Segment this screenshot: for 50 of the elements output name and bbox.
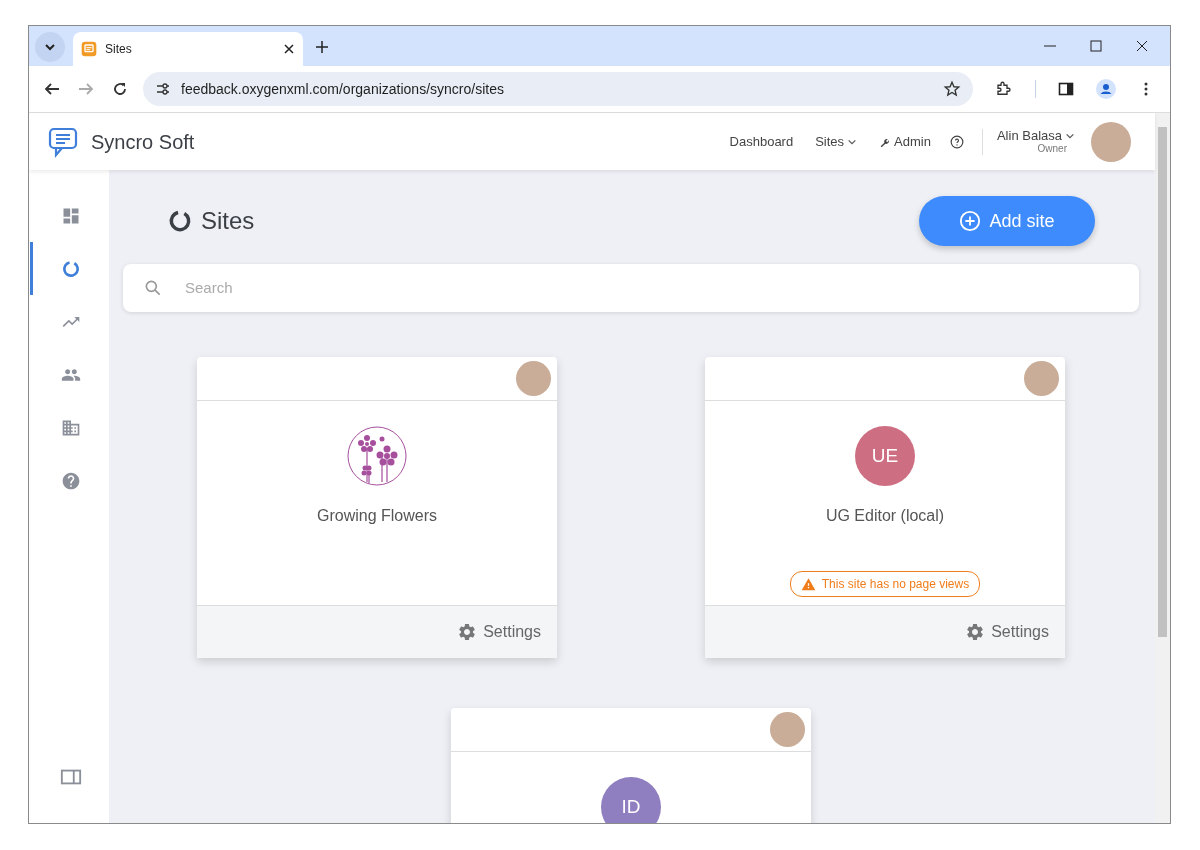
profile-icon[interactable]: [1096, 79, 1116, 99]
warning-text: This site has no page views: [821, 576, 970, 593]
avatar-placeholder: [1024, 361, 1059, 396]
caret-icon: [1065, 131, 1075, 141]
side-panel-icon[interactable]: [1058, 81, 1074, 97]
puzzle-icon[interactable]: [995, 80, 1013, 98]
browser-tab[interactable]: Sites: [73, 32, 303, 66]
warning-icon: [800, 576, 816, 592]
flower-icon: [347, 426, 407, 486]
search-bar[interactable]: Search: [123, 264, 1139, 312]
nav-link[interactable]: Sites: [804, 131, 869, 152]
url-text: feedback.oxygenxml.com/organizations/syncro/sites: [181, 79, 505, 99]
site-name: Growing Flowers: [317, 506, 437, 526]
tab-title: Sites: [105, 41, 133, 58]
page-title: Sites: [201, 206, 255, 236]
avatar-placeholder: [770, 712, 805, 747]
address-bar[interactable]: feedback.oxygenxml.com/organizations/syncro/sites: [143, 72, 973, 106]
site-name: UG Editor (local): [825, 506, 945, 526]
scrollbar[interactable]: [1155, 113, 1170, 823]
close-icon[interactable]: [283, 43, 295, 55]
chat-logo-icon: [47, 125, 79, 158]
search-icon: [143, 278, 163, 298]
site-initials: ID: [601, 777, 661, 823]
ring-icon: [167, 208, 193, 234]
site-card[interactable]: ID: [451, 708, 811, 823]
help-icon[interactable]: [949, 135, 964, 150]
brand-name: Syncro Soft: [91, 129, 195, 155]
plus-icon: [315, 40, 329, 54]
favicon-icon: [81, 41, 97, 57]
site-info-icon[interactable]: [155, 81, 171, 97]
star-icon[interactable]: [943, 80, 961, 98]
user-menu[interactable]: Alin Balasa: [996, 128, 1075, 144]
help-icon: [61, 470, 81, 491]
back-arrow-icon: [44, 81, 60, 97]
plus-circle-icon: [959, 210, 982, 232]
user-role: Owner: [1037, 143, 1067, 155]
forward-arrow-icon: [78, 81, 94, 97]
site-card[interactable]: UE UG Editor (local) This site has no page views Settings: [705, 357, 1065, 658]
reload-icon: [112, 81, 128, 97]
site-initials: UE: [855, 426, 915, 486]
nav-link[interactable]: Admin: [868, 131, 942, 152]
settings-icon: [965, 622, 986, 642]
settings-button[interactable]: Settings: [965, 620, 1049, 644]
caret-icon: [44, 41, 56, 53]
avatar-placeholder: [516, 361, 551, 396]
site-card[interactable]: Growing Flowers Settings: [197, 357, 557, 658]
tab-list-button[interactable]: [35, 32, 65, 62]
nav-link[interactable]: Dashboard: [718, 131, 805, 152]
settings-icon: [457, 622, 478, 642]
settings-button[interactable]: Settings: [457, 620, 541, 644]
